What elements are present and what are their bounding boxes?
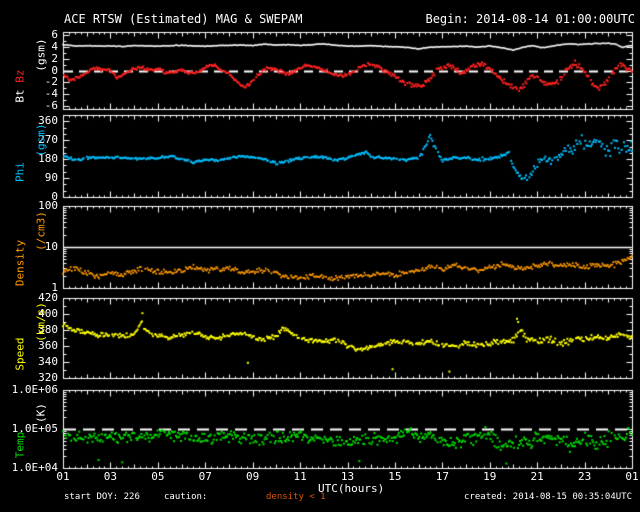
ace-rtsw-plot: ACE RTSW (Estimated) MAG & SWEPAM Begin:… [0,0,640,512]
x-tick-label: 09 [246,470,260,483]
panel-ylabel-units: (gsm) [34,123,48,157]
start-doy-text: start DOY: 226 [64,492,140,502]
y-tick-label: 10 [44,240,58,253]
x-axis-title: UTC(hours) [318,482,385,495]
panel-ylabel-name: Bt Bz [13,69,27,103]
x-tick-label: 03 [103,470,118,483]
x-tick-label: 17 [435,470,449,483]
y-tick-label: 380 [38,323,58,336]
x-tick-label: 23 [577,470,592,483]
panel-ylabel-name: Density [13,240,27,287]
x-tick-label: 01 [625,470,639,483]
y-tick-label: 6 [51,27,58,41]
y-tick-label: 2 [51,51,58,65]
y-tick-label: 340 [38,355,58,368]
panel-ylabel-name: Temp [13,431,27,458]
y-tick-label: 4 [51,39,58,53]
y-tick-label: -6 [44,99,58,113]
x-tick-label: 21 [530,470,544,483]
panel-ylabel-units: (gsm) [34,38,48,72]
panel-ylabel-name: Phi [13,162,27,183]
y-tick-label: 1.0E+06 [11,383,58,396]
y-tick-label: 180 [38,152,58,166]
y-tick-label: 360 [38,114,58,128]
x-tick-label: 01 [56,470,70,483]
x-tick-label: 19 [483,470,497,483]
created-timestamp: created: 2014-08-15 00:35:04UTC [464,492,632,502]
y-tick-label: 100 [38,199,58,212]
y-tick-label: 270 [38,133,58,147]
x-tick-label: 07 [198,470,212,483]
caution-label: caution: [164,492,208,502]
y-tick-label: 400 [38,307,58,320]
y-tick-label: 90 [44,171,58,185]
panel-ylabel-name: Speed [13,337,27,371]
x-tick-label: 11 [293,470,307,483]
y-tick-label: 360 [38,339,58,352]
panel-ylabel-units: (/cm3) [34,210,48,251]
y-tick-label: 1.0E+05 [11,422,58,435]
y-tick-label: 420 [38,291,58,304]
x-tick-label: 05 [151,470,165,483]
caution-value: density < 1 [266,492,326,502]
panel-ylabel-units: (K) [34,403,48,424]
panel-ylabel-units: (km/s) [34,302,48,342]
axis-labels-overlay: 6 4 2 0 -2 -4 -6 (gsm) Bt Bz 360 270 180 90 0 (gsm) Phi… [0,0,640,512]
